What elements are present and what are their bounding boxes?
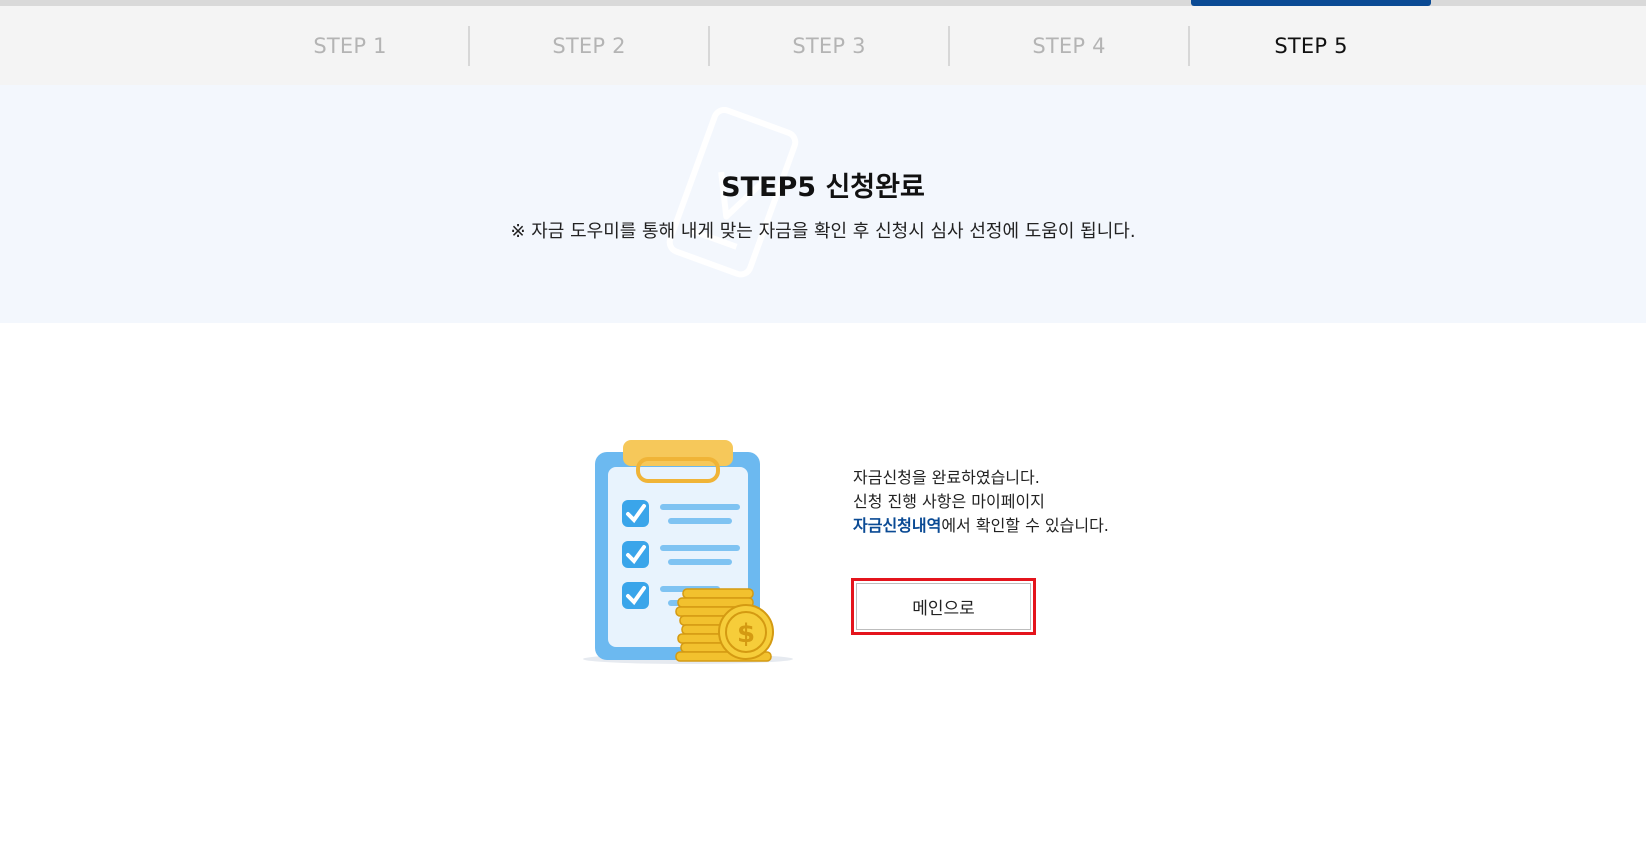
page-subtitle: ※ 자금 도우미를 통해 내게 맞는 자금을 확인 후 신청시 심사 선정에 도… xyxy=(510,221,1136,242)
step-tab-3: STEP 3 xyxy=(792,33,866,58)
hero-banner: STEP5 신청완료 ※ 자금 도우미를 통해 내게 맞는 자금을 확인 후 신… xyxy=(0,85,1646,323)
completion-message: 자금신청을 완료하였습니다. 신청 진행 사항은 마이페이지 자금신청내역에서 … xyxy=(853,466,1109,538)
svg-text:$: $ xyxy=(737,619,755,649)
step-divider xyxy=(1188,26,1190,66)
message-line-2: 신청 진행 사항은 마이페이지 xyxy=(853,492,1045,511)
go-to-main-label: 메인으로 xyxy=(912,599,975,619)
message-line-3: 자금신청내역에서 확인할 수 있습니다. xyxy=(853,514,1109,538)
page-title: STEP5 신청완료 xyxy=(721,172,925,203)
step-tabs: STEP 1 STEP 2 STEP 3 STEP 4 STEP 5 xyxy=(0,6,1646,85)
step-tab-4: STEP 4 xyxy=(1032,33,1106,58)
step-tab-1: STEP 1 xyxy=(313,33,387,58)
application-history-link[interactable]: 자금신청내역 xyxy=(853,516,941,535)
go-to-main-button[interactable]: 메인으로 xyxy=(851,578,1036,635)
message-line-3-suffix: 에서 확인할 수 있습니다. xyxy=(941,516,1109,535)
step-tab-5: STEP 5 xyxy=(1274,33,1348,58)
clipboard-checklist-coins-icon: $ xyxy=(583,440,793,664)
message-line-1: 자금신청을 완료하였습니다. xyxy=(853,468,1040,487)
step-tab-2: STEP 2 xyxy=(552,33,626,58)
